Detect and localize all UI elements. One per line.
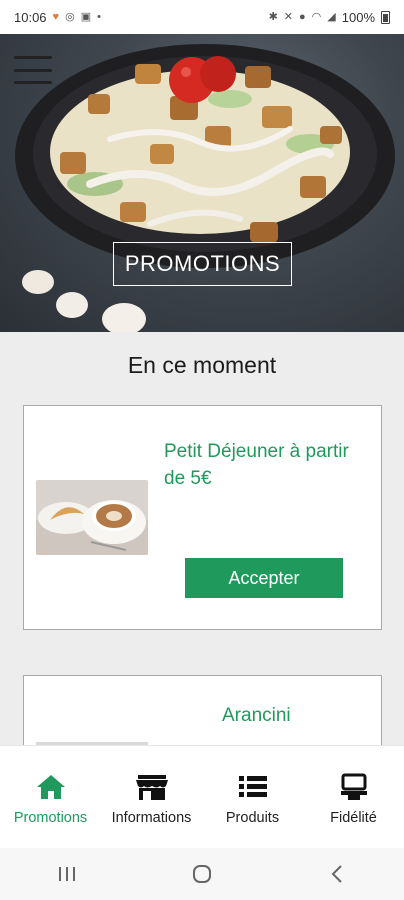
status-right: ✱ ✕ ● ◠ ◢ 100% <box>269 10 390 25</box>
image-icon: ▣ <box>80 10 92 23</box>
tab-fidelite[interactable]: Fidélité <box>304 772 404 826</box>
tab-label: Promotions <box>13 810 88 826</box>
accept-button[interactable]: Accepter <box>185 558 343 598</box>
hero-banner: PROMOTIONS <box>0 34 404 332</box>
recents-button[interactable] <box>37 854 97 894</box>
tab-promotions[interactable]: Promotions <box>1 772 101 826</box>
status-left: 10:06 ♥ ◎ ▣ • <box>14 10 101 25</box>
list-icon <box>238 772 268 802</box>
heart-icon: ♥ <box>52 10 60 23</box>
home-system-button[interactable] <box>172 854 232 894</box>
menu-line <box>14 81 52 84</box>
home-circle-icon <box>192 865 211 883</box>
mute-icon: ✕ <box>283 10 294 23</box>
promo-card[interactable]: Petit Déjeuner à partir de 5€ Accepter <box>23 405 382 630</box>
hero-title: PROMOTIONS <box>113 242 292 286</box>
location-icon: ● <box>299 10 306 23</box>
register-icon <box>340 772 368 802</box>
tab-label: Produits <box>225 810 280 826</box>
recents-icon <box>59 867 76 881</box>
hamburger-menu-icon <box>14 56 52 59</box>
home-icon <box>35 772 67 802</box>
tab-informations[interactable]: Informations <box>102 772 202 826</box>
tab-label: Fidélité <box>330 810 377 826</box>
wifi-icon: ◠ <box>311 10 322 23</box>
store-icon <box>135 772 169 802</box>
menu-line <box>14 68 52 72</box>
promo-image <box>36 480 148 555</box>
tab-label: Informations <box>111 810 192 826</box>
menu-button[interactable] <box>14 56 52 84</box>
signal-icon: ◢ <box>327 10 336 23</box>
status-time: 10:06 <box>14 9 47 25</box>
battery-percent: 100% <box>341 9 375 25</box>
tab-produits[interactable]: Produits <box>203 772 303 826</box>
bottom-tab-bar: Promotions Informations Produits Fidélit… <box>0 745 404 848</box>
status-bar: 10:06 ♥ ◎ ▣ • ✱ ✕ ● ◠ ◢ 100% <box>0 0 404 34</box>
whatsapp-icon: ◎ <box>65 10 75 23</box>
back-icon <box>331 865 342 883</box>
promo-title: Petit Déjeuner à partir de 5€ <box>164 441 349 489</box>
salad-photo <box>15 44 395 332</box>
promo-title: Arancini <box>222 705 291 726</box>
bluetooth-icon: ✱ <box>268 10 278 23</box>
back-button[interactable] <box>307 854 367 894</box>
dot-icon: • <box>97 10 101 23</box>
section-title: En ce moment <box>127 352 277 378</box>
battery-icon <box>381 10 390 24</box>
system-nav-bar <box>0 848 404 900</box>
